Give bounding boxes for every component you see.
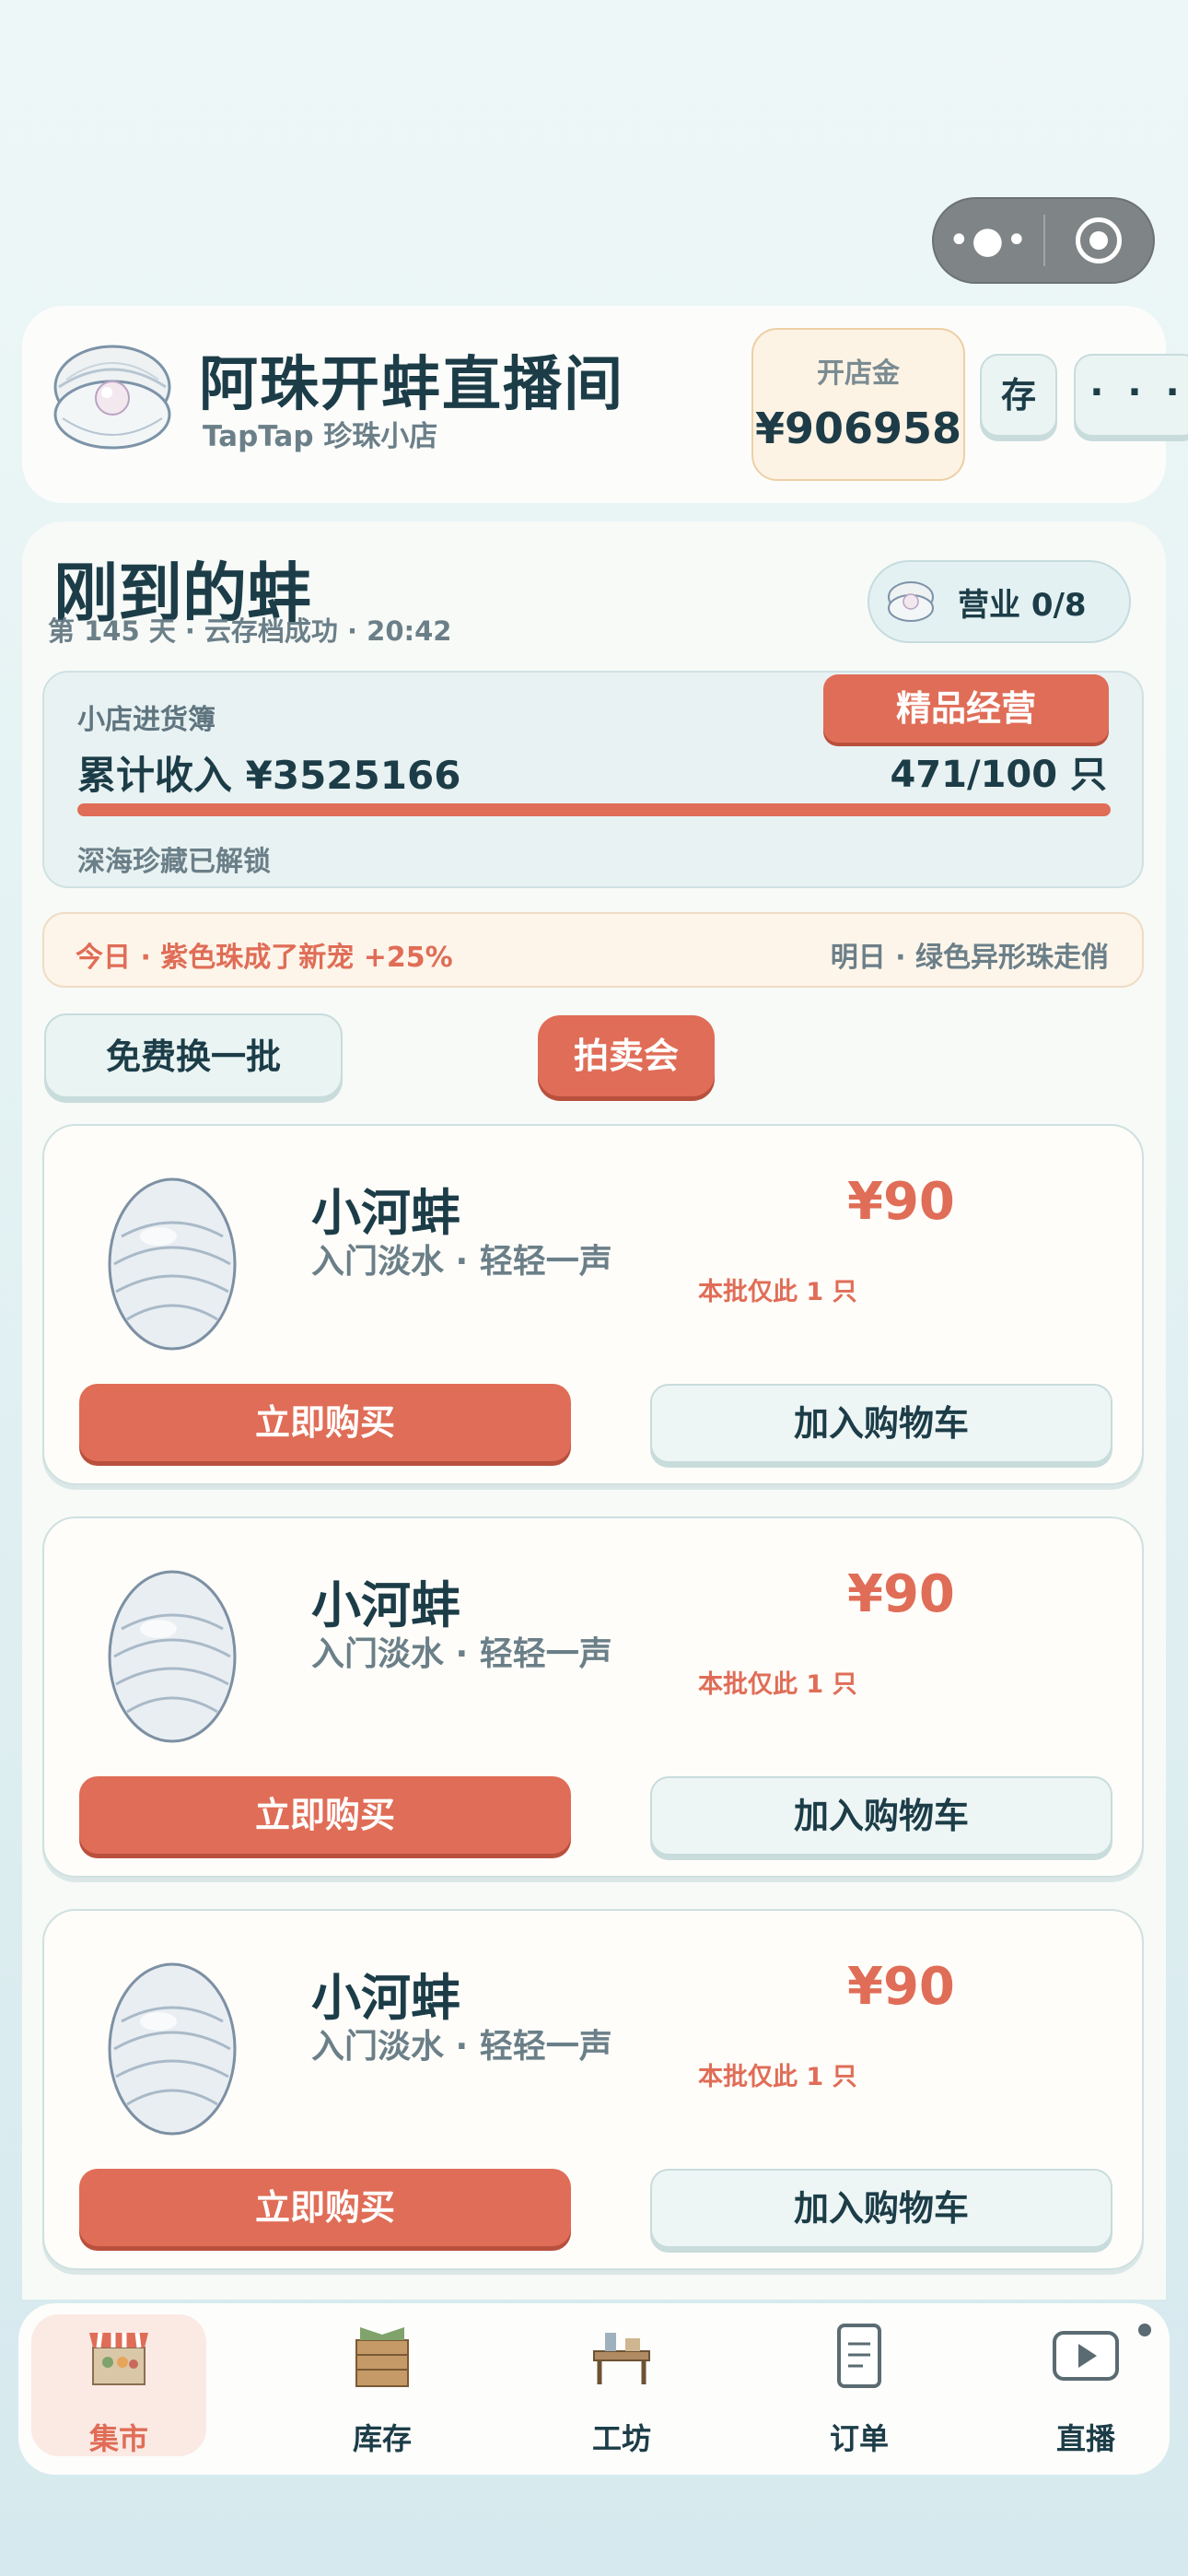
tab-label: 订单 [829,2421,889,2456]
notification-dot [1138,2324,1151,2336]
shop-subtitle: TapTap 珍珠小店 [203,420,438,453]
day-status: 第 145 天 · 云存档成功 · 20:42 [48,615,452,647]
tab-market[interactable]: 集市 [31,2314,206,2456]
workbench-icon [593,2333,650,2384]
ledger-title: 小店进货簿 [77,704,215,736]
tab-workshop[interactable]: 工坊 [534,2314,709,2456]
item-description: 入门淡水 · 轻轻一声 [311,1243,612,1281]
more-button[interactable]: · · · [1074,354,1188,437]
clam-image [103,1564,241,1752]
clam-item-card: 小河蚌 入门淡水 · 轻轻一声 ¥90 本批仅此 1 只立即购买 加入购物车 [42,1516,1144,1878]
shop-header: 阿珠开蚌直播间 TapTap 珍珠小店 开店金 ¥906958 存 · · · [22,306,1188,503]
play-screen-icon [1053,2331,1119,2381]
ledger-count: 471/100 只 [890,754,1107,796]
item-stock-note: 本批仅此 1 只 [698,2063,857,2091]
item-stock-note: 本批仅此 1 只 [698,1278,857,1306]
tomorrow-news: 明日 · 绿色异形珠走俏 [830,942,1109,974]
premium-tag[interactable]: 精品经营 [823,674,1109,743]
business-badge[interactable]: 营业 0/8 [868,560,1131,643]
buy-now-button[interactable]: 立即购买 [79,1384,571,1461]
item-description: 入门淡水 · 轻轻一声 [311,2028,612,2066]
total-income: 累计收入 ¥3525166 [77,753,461,798]
buy-now-button[interactable]: 立即购买 [79,1776,571,1854]
market-news: 今日 · 紫色珠成了新宠 +25% 明日 · 绿色异形珠走俏 [42,912,1144,988]
shop-title: 阿珠开蚌直播间 [199,351,624,419]
target-icon [1076,217,1123,263]
add-to-cart-button[interactable]: 加入购物车 [650,1384,1112,1463]
item-stock-note: 本批仅此 1 只 [698,1670,857,1699]
clam-image [103,1172,241,1360]
tab-label: 集市 [88,2421,148,2456]
mini-program-capsule: •●• [932,197,1155,284]
market-panel: 刚到的蚌 第 145 天 · 云存档成功 · 20:42 营业 0/8 小店进货… [22,521,1166,2300]
tab-label: 库存 [352,2421,412,2456]
add-to-cart-button[interactable]: 加入购物车 [650,1776,1112,1856]
gold-balance: 开店金 ¥906958 [751,328,965,481]
buy-now-button[interactable]: 立即购买 [79,2169,571,2246]
pearl-shell-icon [53,345,171,450]
item-price: ¥90 [847,1172,955,1232]
add-to-cart-button[interactable]: 加入购物车 [650,2169,1112,2248]
free-refresh-button[interactable]: 免费换一批 [44,1013,343,1098]
auction-button[interactable]: 拍卖会 [538,1015,715,1096]
unlock-note: 深海珍藏已解锁 [77,846,271,878]
bottom-tab-bar: 集市 库存 工坊 订单 直播 [18,2303,1170,2475]
gold-value: ¥906958 [754,404,962,453]
today-news: 今日 · 紫色珠成了新宠 +25% [76,942,453,974]
capsule-menu-button[interactable]: •●• [934,222,1043,259]
clam-item-card: 小河蚌 入门淡水 · 轻轻一声 ¥90 本批仅此 1 只立即购买 加入购物车 [42,1124,1144,1485]
save-button[interactable]: 存 [980,354,1057,437]
tab-orders[interactable]: 订单 [772,2314,947,2456]
document-icon [837,2324,881,2388]
purchase-ledger: 小店进货簿 精品经营 累计收入 ¥3525166 471/100 只 深海珍藏已… [42,671,1144,888]
tab-inventory[interactable]: 库存 [295,2314,470,2456]
ledger-progress-fill [77,803,1111,816]
business-count: 营业 0/8 [958,586,1087,624]
gold-label: 开店金 [817,357,900,390]
tab-label: 工坊 [591,2421,651,2456]
crate-icon [355,2327,409,2387]
item-price: ¥90 [847,1564,955,1624]
clam-image [103,1957,241,2145]
tab-label: 直播 [1055,2421,1115,2456]
ledger-progress-bar [77,803,1111,816]
market-stall-icon [89,2332,148,2385]
item-price: ¥90 [847,1957,955,2017]
tab-live[interactable]: 直播 [998,2314,1173,2456]
item-description: 入门淡水 · 轻轻一声 [311,1635,612,1673]
clam-item-card: 小河蚌 入门淡水 · 轻轻一声 ¥90 本批仅此 1 只立即购买 加入购物车 [42,1909,1144,2270]
capsule-close-button[interactable] [1045,217,1153,263]
pearl-shell-icon [888,581,934,622]
